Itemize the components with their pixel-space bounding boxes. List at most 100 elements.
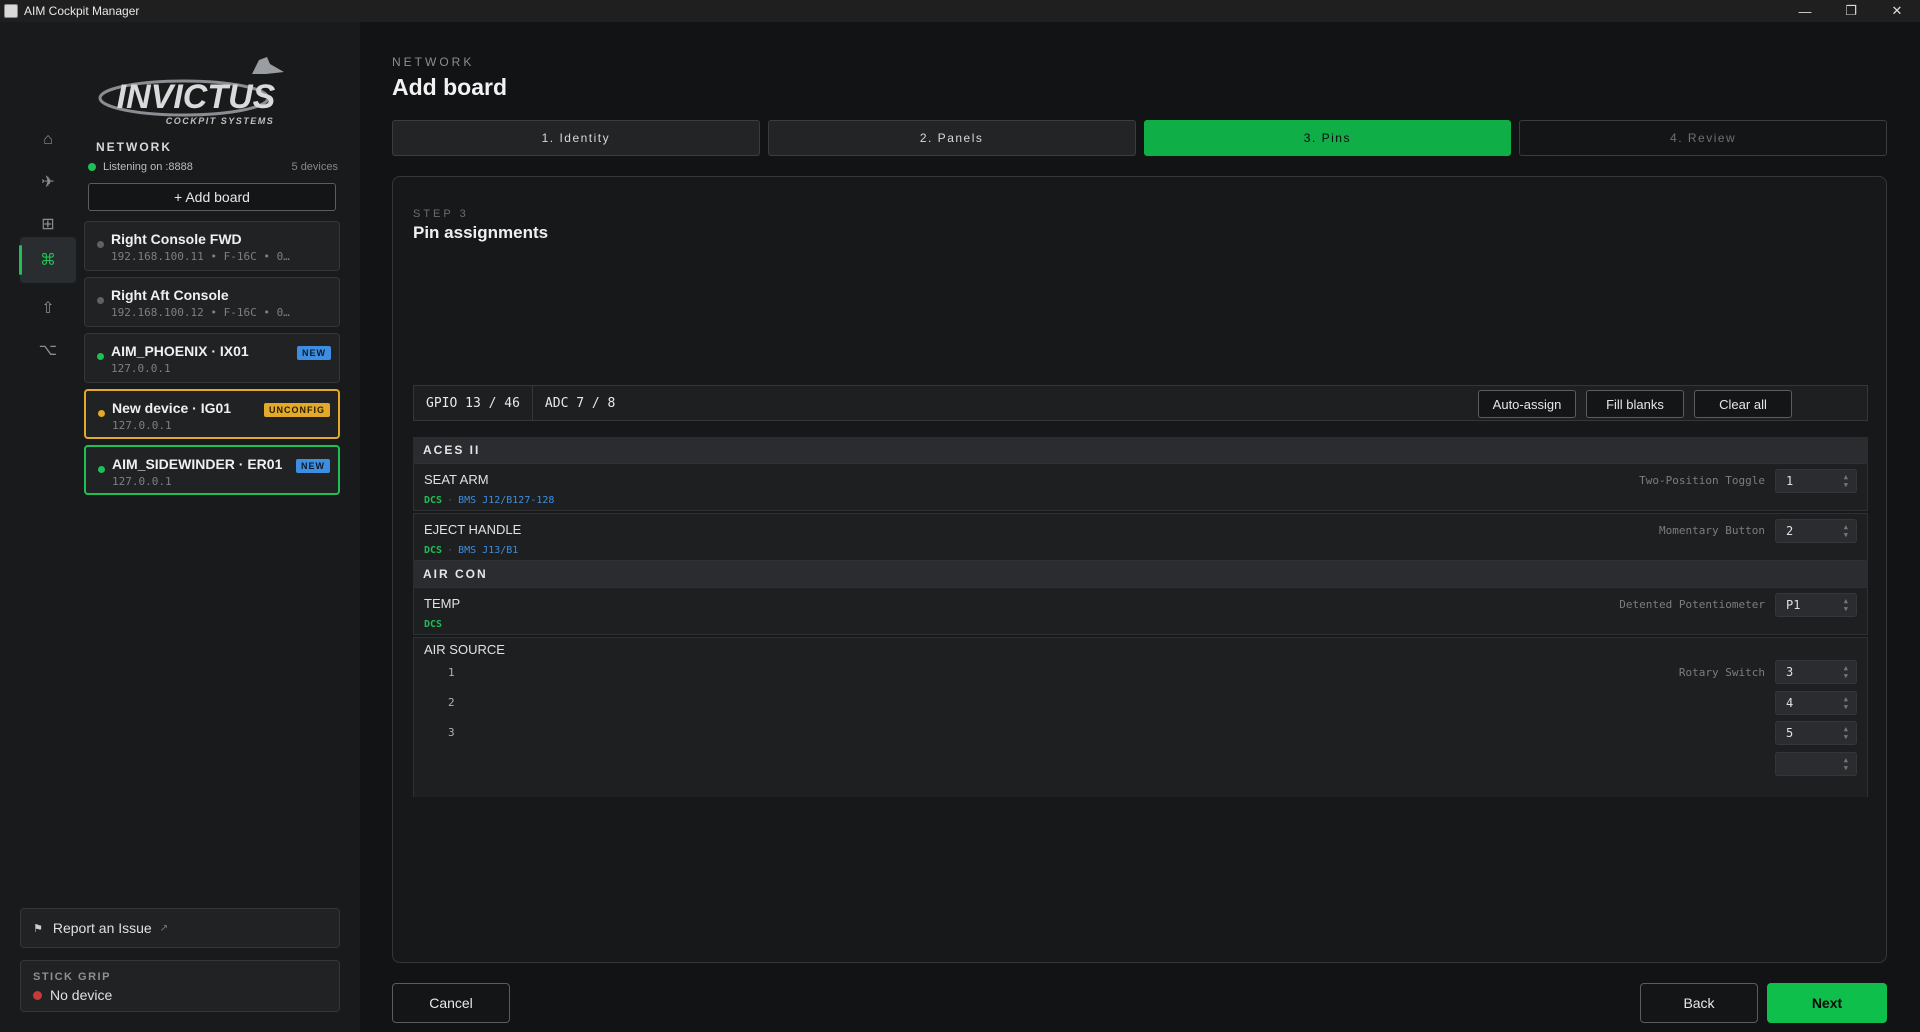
pin-type: Detented Potentiometer	[1619, 598, 1765, 611]
step-review[interactable]: 4. Review	[1519, 120, 1887, 156]
device-details: 127.0.0.1	[111, 362, 171, 375]
pin-value: 3	[1786, 665, 1794, 679]
minimize-icon[interactable]: —	[1782, 0, 1828, 22]
pin-value: 5	[1786, 726, 1794, 740]
main-content: NETWORK Add board 1. Identity 2. Panels …	[360, 22, 1920, 1032]
device-item[interactable]: AIM_PHOENIX · IX01 127.0.0.1 NEW	[84, 333, 340, 383]
add-board-button[interactable]: + Add board	[88, 183, 336, 211]
pin-value: 2	[1786, 524, 1794, 538]
pin-row: SEAT ARM Two-Position Toggle 1 ▲ ▼ DCS · …	[413, 463, 1868, 511]
stick-grip-value: No device	[50, 987, 113, 1003]
close-icon[interactable]: ✕	[1874, 0, 1920, 22]
dcs-tag: DCS	[424, 619, 443, 630]
device-name: AIM_PHOENIX · IX01	[111, 343, 249, 359]
report-issue-button[interactable]: ⚑ Report an Issue ↗	[20, 908, 340, 948]
pin-select[interactable]: 1 ▲ ▼	[1775, 469, 1857, 493]
status-dot	[98, 466, 105, 473]
pin-name: AIR SOURCE	[424, 642, 505, 657]
stick-grip-panel: STICK GRIP No device	[20, 960, 340, 1012]
device-name: New device · IG01	[112, 400, 232, 416]
flag-icon: ⚑	[33, 922, 43, 935]
clear-all-button[interactable]: Clear all	[1694, 390, 1792, 418]
pin-select[interactable]: 3 ▲ ▼	[1775, 660, 1857, 684]
position-label: 2	[448, 696, 455, 709]
pin-type: Two-Position Toggle	[1639, 474, 1765, 487]
binding-tags: DCS · BMS J13/B1	[424, 545, 518, 556]
pin-select[interactable]: ▲ ▼	[1775, 752, 1857, 776]
pin-type: Rotary Switch	[1678, 666, 1765, 679]
pin-name: TEMP	[424, 596, 461, 611]
branch-icon[interactable]: ⌥	[20, 327, 76, 373]
step-panels[interactable]: 2. Panels	[767, 120, 1136, 156]
invictus-logo: INVICTUS COCKPIT SYSTEMS	[84, 52, 360, 126]
device-item[interactable]: AIM_SIDEWINDER · ER01 127.0.0.1 NEW	[84, 445, 340, 495]
upload-icon[interactable]: ⇧	[20, 285, 76, 331]
network-icon[interactable]: ⌘	[19, 237, 76, 283]
new-badge: NEW	[297, 346, 331, 360]
plane-icon[interactable]: ✈	[20, 159, 76, 205]
dcs-tag: DCS	[424, 545, 443, 556]
position-label: 3	[448, 726, 455, 739]
device-name: Right Aft Console	[111, 287, 229, 303]
step-identity[interactable]: 1. Identity	[392, 120, 760, 156]
pin-name: EJECT HANDLE	[424, 522, 522, 537]
device-count: 5 devices	[291, 161, 338, 173]
pin-select[interactable]: 5 ▲ ▼	[1775, 721, 1857, 745]
step-label: STEP 3	[413, 208, 469, 220]
device-item[interactable]: New device · IG01 127.0.0.1 UNCONFIG	[84, 389, 340, 439]
status-dot	[97, 297, 104, 304]
listening-status: Listening on :8888 5 devices	[88, 161, 338, 173]
logo-subtitle: COCKPIT SYSTEMS	[166, 116, 275, 126]
pin-row: TEMP Detented Potentiometer P1 ▲ ▼ DCS	[413, 587, 1868, 635]
group-header: ACES II	[413, 437, 1868, 463]
status-dot	[33, 990, 42, 1000]
dcs-tag: DCS	[424, 495, 443, 506]
pin-select[interactable]: 2 ▲ ▼	[1775, 519, 1857, 543]
new-badge: NEW	[296, 459, 330, 473]
status-dot	[88, 163, 96, 171]
bms-tag: BMS J12/B127-128	[458, 495, 555, 506]
binding-tags: DCS · BMS J12/B127-128	[424, 495, 554, 506]
report-issue-label: Report an Issue	[52, 920, 152, 936]
pin-list: ACES II SEAT ARM Two-Position Toggle 1 ▲…	[413, 437, 1868, 797]
stepper-icon: ▲ ▼	[1843, 695, 1848, 711]
stick-grip-status: No device	[33, 987, 112, 1003]
device-name: AIM_SIDEWINDER · ER01	[112, 456, 283, 472]
listening-text: Listening on :8888	[103, 161, 193, 173]
pin-value: 4	[1786, 696, 1794, 710]
stepper-icon: ▲ ▼	[1843, 664, 1848, 680]
stepper-icon: ▲ ▼	[1843, 756, 1848, 772]
stepper-icon: ▲ ▼	[1843, 473, 1848, 489]
status-dot	[97, 241, 104, 248]
pin-select[interactable]: 4 ▲ ▼	[1775, 691, 1857, 715]
window-controls: — ❐ ✕	[1782, 0, 1920, 22]
cancel-button[interactable]: Cancel	[392, 983, 510, 1023]
title-bar: AIM Cockpit Manager — ❐ ✕	[0, 0, 1920, 22]
pin-value: P1	[1786, 598, 1801, 612]
fill-blanks-button[interactable]: Fill blanks	[1586, 390, 1684, 418]
pin-select[interactable]: P1 ▲ ▼	[1775, 593, 1857, 617]
position-label: 1	[448, 666, 455, 679]
device-details: 192.168.100.11 • F-16C • 0…	[111, 250, 290, 263]
home-icon[interactable]: ⌂	[20, 117, 76, 163]
group-header: AIR CON	[413, 561, 1868, 587]
external-link-icon: ↗	[159, 922, 169, 934]
next-button[interactable]: Next	[1767, 983, 1887, 1023]
tag-separator: ·	[447, 495, 454, 506]
step-pins[interactable]: 3. Pins	[1143, 120, 1512, 156]
tag-separator: ·	[447, 545, 454, 556]
pin-row: EJECT HANDLE Momentary Button 2 ▲ ▼ DCS ·…	[413, 513, 1868, 561]
app-icon	[4, 4, 18, 18]
device-item[interactable]: Right Aft Console 192.168.100.12 • F-16C…	[84, 277, 340, 327]
pin-type: Momentary Button	[1659, 524, 1765, 537]
device-item[interactable]: Right Console FWD 192.168.100.11 • F-16C…	[84, 221, 340, 271]
bms-tag: BMS J13/B1	[458, 545, 519, 556]
back-button[interactable]: Back	[1640, 983, 1758, 1023]
restore-icon[interactable]: ❐	[1828, 0, 1874, 22]
auto-assign-button[interactable]: Auto-assign	[1478, 390, 1576, 418]
pin-assignments-card: STEP 3 Pin assignments GPIO 13 / 46 ADC …	[392, 176, 1887, 963]
sidebar: INVICTUS COCKPIT SYSTEMS NETWORK Listeni…	[84, 22, 360, 1032]
network-heading: NETWORK	[96, 140, 172, 154]
gpio-count: GPIO 13 / 46	[414, 385, 533, 421]
status-dot	[97, 353, 104, 360]
